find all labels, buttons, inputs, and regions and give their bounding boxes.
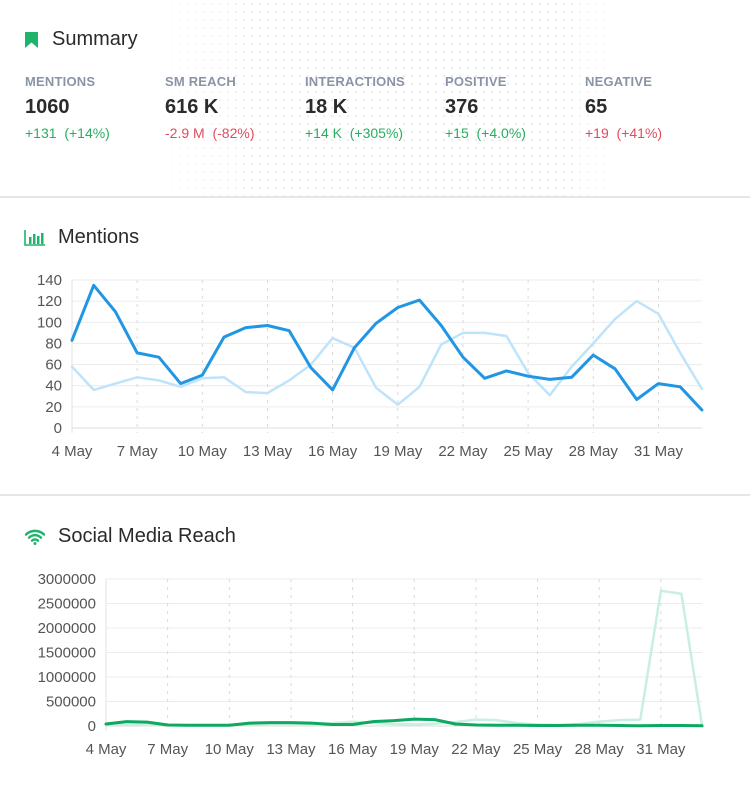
change-pct: (+14%) <box>64 125 110 141</box>
summary-header: Summary <box>24 28 138 51</box>
metric-mentions[interactable]: MENTIONS 1060 +131 (+14%) <box>25 74 110 141</box>
y-tick-label: 3000000 <box>38 571 96 588</box>
metric-label: INTERACTIONS <box>305 74 405 89</box>
mentions-title: Mentions <box>58 226 140 248</box>
change-pct: (-82%) <box>212 125 255 141</box>
x-tick-label: 28 May <box>575 741 625 758</box>
bar-chart-icon <box>24 227 46 249</box>
change-abs: +14 K <box>305 125 342 141</box>
y-tick-label: 40 <box>45 378 62 395</box>
change-abs: +131 <box>25 125 57 141</box>
metric-value: 616 K <box>165 96 219 118</box>
y-tick-label: 0 <box>88 718 96 735</box>
x-tick-label: 16 May <box>308 443 358 460</box>
metric-sm-reach[interactable]: SM REACH 616 K -2.9 M (-82%) <box>165 74 254 141</box>
metric-change: -2.9 M (-82%) <box>165 125 254 141</box>
bookmark-icon <box>24 29 38 51</box>
x-tick-label: 25 May <box>513 741 563 758</box>
mentions-header: Mentions <box>24 226 139 249</box>
y-tick-label: 2000000 <box>38 620 96 637</box>
x-tick-label: 16 May <box>328 741 378 758</box>
y-tick-label: 0 <box>54 420 62 437</box>
metric-value: 18 K <box>305 96 348 118</box>
x-tick-label: 13 May <box>243 443 293 460</box>
x-tick-label: 19 May <box>390 741 440 758</box>
y-tick-label: 60 <box>45 357 62 374</box>
change-pct: (+41%) <box>616 125 663 141</box>
metric-change: +19 (+41%) <box>585 125 662 141</box>
x-tick-label: 22 May <box>438 443 488 460</box>
metric-label: SM REACH <box>165 74 236 89</box>
change-pct: (+4.0%) <box>476 125 526 141</box>
summary-section: Summary MENTIONS 1060 +131 (+14%) SM REA… <box>0 0 750 197</box>
y-tick-label: 140 <box>37 272 62 289</box>
y-tick-label: 80 <box>45 335 62 352</box>
metric-positive[interactable]: POSITIVE 376 +15 (+4.0%) <box>445 74 526 141</box>
x-tick-label: 10 May <box>178 443 228 460</box>
change-abs: +15 <box>445 125 469 141</box>
change-abs: -2.9 M <box>165 125 205 141</box>
x-tick-label: 7 May <box>147 741 188 758</box>
y-tick-label: 2500000 <box>38 596 96 613</box>
reach-header: Social Media Reach <box>24 525 236 548</box>
metric-value: 1060 <box>25 96 70 118</box>
metric-change: +14 K (+305%) <box>305 125 405 141</box>
metric-label: NEGATIVE <box>585 74 653 89</box>
metric-interactions[interactable]: INTERACTIONS 18 K +14 K (+305%) <box>305 74 405 141</box>
y-tick-label: 1000000 <box>38 669 96 686</box>
metric-negative[interactable]: NEGATIVE 65 +19 (+41%) <box>585 74 662 141</box>
y-tick-label: 500000 <box>46 694 96 711</box>
x-tick-label: 22 May <box>451 741 501 758</box>
section-divider <box>0 494 750 496</box>
x-tick-label: 4 May <box>52 443 93 460</box>
wifi-icon <box>24 526 46 548</box>
series-line-previous <box>104 589 704 727</box>
x-tick-label: 7 May <box>117 443 158 460</box>
y-tick-label: 120 <box>37 293 62 310</box>
metric-change: +131 (+14%) <box>25 125 110 141</box>
metric-change: +15 (+4.0%) <box>445 125 526 141</box>
summary-title: Summary <box>52 28 138 50</box>
section-divider <box>0 196 750 198</box>
change-pct: (+305%) <box>349 125 404 141</box>
x-tick-label: 4 May <box>86 741 127 758</box>
series-line-current <box>70 283 704 412</box>
x-tick-label: 31 May <box>634 443 684 460</box>
y-tick-label: 1500000 <box>38 645 96 662</box>
reach-title: Social Media Reach <box>58 525 236 547</box>
change-abs: +19 <box>585 125 609 141</box>
metric-value: 65 <box>585 96 608 118</box>
x-tick-label: 28 May <box>569 443 619 460</box>
metric-label: POSITIVE <box>445 74 507 89</box>
x-tick-label: 19 May <box>373 443 423 460</box>
x-tick-label: 10 May <box>205 741 255 758</box>
mentions-chart: 0 20 40 60 80 100 120 140 4 May 7 May 10 May 13 May… <box>37 272 704 460</box>
reach-chart: 0 500000 1000000 1500000 2000000 2500000 30000… <box>38 571 704 758</box>
x-tick-label: 31 May <box>636 741 686 758</box>
y-tick-label: 100 <box>37 314 62 331</box>
metric-value: 376 <box>445 96 479 118</box>
metric-label: MENTIONS <box>25 74 96 89</box>
y-tick-label: 20 <box>45 399 62 416</box>
x-tick-label: 25 May <box>504 443 554 460</box>
x-tick-label: 13 May <box>266 741 316 758</box>
